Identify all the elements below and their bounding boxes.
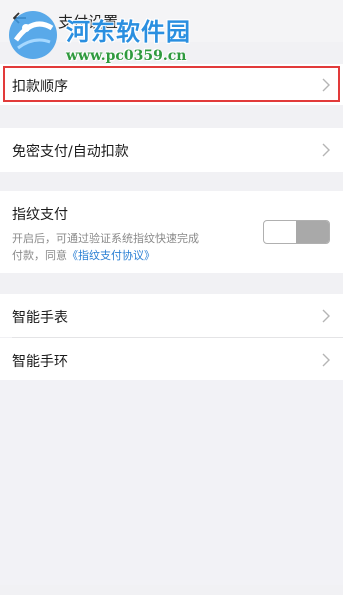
fingerprint-description: 开启后，可通过验证系统指纹快速完成 付款，同意《指纹支付协议》 xyxy=(12,230,199,264)
smart-watch-label: 智能手表 xyxy=(12,310,68,326)
fingerprint-label: 指纹支付 xyxy=(12,207,68,223)
highlight-box xyxy=(3,66,340,102)
fingerprint-row: 指纹支付 开启后，可通过验证系统指纹快速完成 付款，同意《指纹支付协议》 xyxy=(0,191,343,273)
toggle-knob xyxy=(296,221,329,243)
watermark-title: 河东软件园 xyxy=(66,18,191,46)
chevron-right-icon xyxy=(322,309,330,323)
smart-watch-row[interactable]: 智能手表 xyxy=(0,294,343,337)
fingerprint-desc-line1: 开启后，可通过验证系统指纹快速完成 xyxy=(12,232,199,245)
site-watermark: 河东软件园 www.pc0359.cn xyxy=(4,6,234,68)
fingerprint-agreement-link[interactable]: 《指纹支付协议》 xyxy=(67,249,155,262)
fingerprint-desc-prefix: 付款，同意 xyxy=(12,249,67,262)
fingerprint-desc-line2: 付款，同意《指纹支付协议》 xyxy=(12,247,199,264)
watermark-url: www.pc0359.cn xyxy=(66,48,187,64)
watermark-logo-icon xyxy=(9,11,57,59)
smart-band-row[interactable]: 智能手环 xyxy=(0,338,343,381)
chevron-right-icon xyxy=(322,143,330,157)
empty-area xyxy=(0,380,343,585)
password-free-row[interactable]: 免密支付/自动扣款 xyxy=(0,128,343,172)
password-free-label: 免密支付/自动扣款 xyxy=(12,144,129,160)
chevron-right-icon xyxy=(322,353,330,367)
smart-band-label: 智能手环 xyxy=(12,354,68,370)
fingerprint-toggle[interactable] xyxy=(263,220,330,244)
